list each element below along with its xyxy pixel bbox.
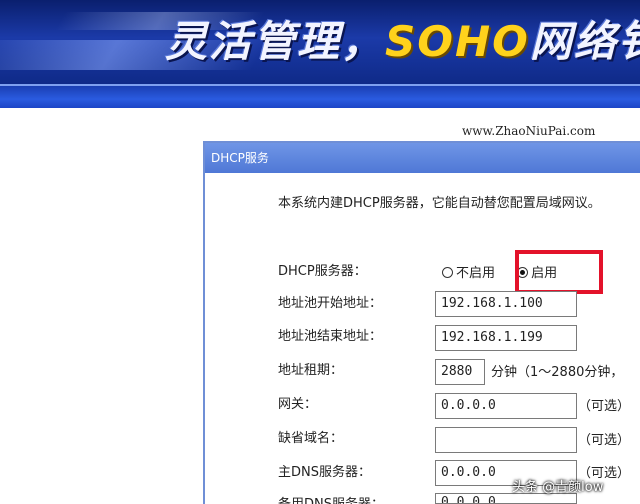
lease-suffix: 分钟（1～2880分钟， <box>491 365 624 380</box>
radio-disable[interactable]: 不启用 <box>442 265 495 283</box>
panel-intro: 本系统内建DHCP服务器，它能自动替您配置局域网议。 <box>278 196 601 211</box>
dhcp-server-label: DHCP服务器： <box>278 264 367 279</box>
pool-start-row: 地址池开始地址： <box>278 292 382 316</box>
banner-title-part: 网络 <box>529 17 618 66</box>
pool-start-input[interactable]: 192.168.1.100 <box>435 291 577 317</box>
dns-secondary-row: 备用DNS服务器： <box>278 493 384 504</box>
gateway-label: 网关： <box>278 397 318 412</box>
banner-title-part: 钅 <box>618 17 640 66</box>
domain-optional-note: （可选） <box>578 433 631 448</box>
banner-bottom-bar <box>0 84 640 108</box>
watermark: 头条 @青颜low <box>512 480 604 495</box>
domain-label: 缺省域名： <box>278 431 344 446</box>
lease-row: 地址租期： <box>278 359 343 383</box>
gateway-input[interactable]: 0.0.0.0 <box>435 393 577 419</box>
banner-title-part: 灵活管理， <box>165 17 386 66</box>
highlight-box <box>515 250 603 294</box>
dns-secondary-label: 备用DNS服务器： <box>278 493 384 504</box>
pool-end-row: 地址池结束地址： <box>278 325 382 349</box>
radio-disable-icon[interactable] <box>442 267 453 278</box>
gateway-row: 网关： <box>278 393 317 417</box>
dhcp-server-row: DHCP服务器： <box>278 260 367 284</box>
banner-title-soho: SOHO <box>385 17 530 66</box>
pool-start-label: 地址池开始地址： <box>278 296 383 311</box>
site-url: www.ZhaoNiuPai.com <box>462 124 596 138</box>
banner: 灵活管理，SOHO网络钅 <box>0 0 640 84</box>
pool-end-label: 地址池结束地址： <box>278 329 383 344</box>
gateway-optional-note: （可选） <box>578 399 631 414</box>
domain-input[interactable] <box>435 427 577 453</box>
pool-end-input[interactable]: 192.168.1.199 <box>435 325 577 351</box>
dns-primary-row: 主DNS服务器： <box>278 461 371 485</box>
lease-label: 地址租期： <box>278 363 344 378</box>
banner-title: 灵活管理，SOHO网络钅 <box>165 8 640 69</box>
radio-disable-label: 不启用 <box>456 266 496 281</box>
panel-title: DHCP服务 <box>205 143 640 173</box>
lease-input[interactable]: 2880 <box>435 359 485 385</box>
domain-row: 缺省域名： <box>278 427 343 451</box>
dns-primary-label: 主DNS服务器： <box>278 465 371 480</box>
